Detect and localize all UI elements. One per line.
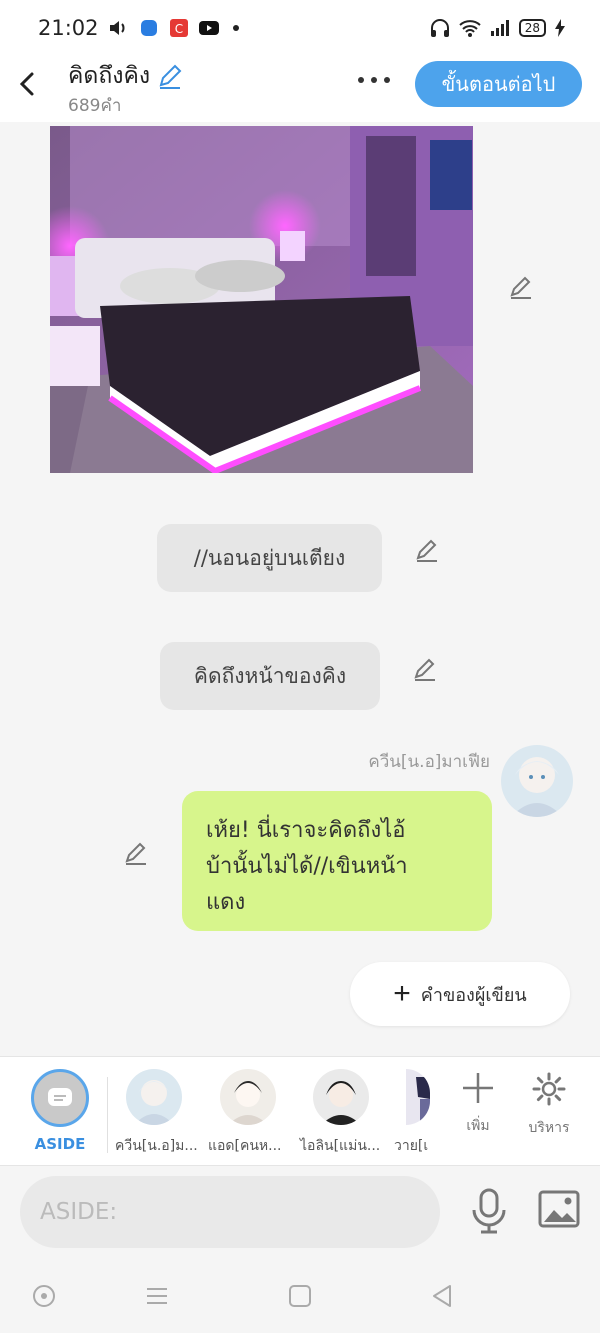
system-nav-bar: [0, 1256, 600, 1333]
message-line-1: เห้ย! นี่เราจะคิดถึงไอ้: [206, 818, 406, 843]
gear-icon: [532, 1072, 566, 1106]
character-2-image: [220, 1069, 276, 1125]
status-time: 21:02: [38, 16, 99, 40]
message-bubble[interactable]: เห้ย! นี่เราจะคิดถึงไอ้ บ้านั้นไม่ได้//เ…: [182, 791, 492, 931]
wifi-icon: [459, 20, 481, 37]
youtube-icon: [199, 21, 219, 35]
word-count: 689คำ: [68, 96, 122, 116]
edit-photo-icon[interactable]: [508, 274, 534, 300]
edit-title-icon[interactable]: [156, 62, 184, 90]
character-1-name: ควีน[น.อ]ม...: [115, 1138, 198, 1154]
character-3-image: [313, 1069, 369, 1125]
edit-message-icon[interactable]: [123, 840, 149, 866]
narration-text-1: //นอนอยู่บนเตียง: [193, 545, 346, 570]
add-character-button[interactable]: เพิ่ม: [448, 1071, 508, 1137]
message-line-3: แดง: [206, 890, 246, 915]
home-icon[interactable]: [286, 1282, 314, 1310]
manage-characters-button[interactable]: บริหาร: [519, 1071, 579, 1139]
narration-text-2: คิดถึงหน้าของคิง: [193, 663, 347, 688]
edit-narration-1-icon[interactable]: [414, 537, 440, 563]
menu-icon[interactable]: [143, 1282, 171, 1310]
app-header: คิดถึงคิง 689คำ ขั้นตอนต่อไป: [0, 56, 600, 122]
status-bar: 21:02 C 28: [0, 0, 600, 56]
edit-narration-2-icon[interactable]: [412, 656, 438, 682]
character-1-avatar[interactable]: [126, 1069, 182, 1125]
character-4-image: [406, 1069, 430, 1125]
message-input[interactable]: [20, 1176, 440, 1248]
plus-icon: [463, 1073, 493, 1103]
aside-selector[interactable]: [31, 1069, 89, 1127]
character-2-avatar[interactable]: [220, 1069, 276, 1125]
narration-bubble-2[interactable]: คิดถึงหน้าของคิง: [160, 642, 380, 710]
headphones-icon: [430, 19, 449, 37]
chat-editor-screen: 21:02 C 28 คิดถึงคิง 689คำ ขั้นตอนต่อไป: [0, 0, 600, 1333]
author-note-label: คำของผู้เขียน: [420, 984, 527, 1005]
manage-label: บริหาร: [528, 1120, 570, 1136]
plus-icon: +: [393, 977, 411, 1010]
character-1-image: [126, 1069, 182, 1125]
image-icon[interactable]: [538, 1190, 580, 1228]
author-note-button[interactable]: + คำของผู้เขียน: [350, 962, 570, 1026]
add-label: เพิ่ม: [466, 1118, 490, 1134]
notification-icons: C: [108, 18, 250, 38]
next-step-button[interactable]: ขั้นตอนต่อไป: [415, 61, 582, 107]
character-bar: ASIDE ควีน[น.อ]ม... แอด[คนห... ไอลิน[แม่…: [0, 1056, 600, 1166]
more-options-icon[interactable]: [356, 68, 392, 92]
narration-bubble-1[interactable]: //นอนอยู่บนเตียง: [157, 524, 382, 592]
aside-label: ASIDE: [34, 1135, 86, 1153]
story-title[interactable]: คิดถึงคิง: [68, 58, 184, 94]
back-nav-icon[interactable]: [428, 1282, 456, 1310]
character-4-name: วาย[เ: [394, 1138, 429, 1154]
aside-chat-icon: [48, 1088, 72, 1106]
divider: [107, 1077, 108, 1153]
assistant-icon[interactable]: [30, 1282, 58, 1310]
title-text: คิดถึงคิง: [68, 63, 151, 89]
character-avatar-image: [501, 745, 573, 817]
signal-icon: [490, 20, 509, 36]
character-2-name: แอด[คนห...: [208, 1138, 282, 1154]
system-icons: 28: [429, 18, 566, 38]
charging-icon: [555, 19, 565, 37]
character-4-avatar[interactable]: [406, 1069, 430, 1125]
character-3-name: ไอลิน[แม่น...: [300, 1138, 381, 1154]
character-avatar[interactable]: [501, 745, 573, 817]
input-row: [0, 1166, 600, 1256]
svg-text:C: C: [175, 22, 183, 36]
message-line-2: บ้านั้นไม่ได้//เขินหน้า: [206, 854, 408, 879]
microphone-icon[interactable]: [470, 1188, 508, 1234]
app-icon: [141, 20, 157, 36]
battery-indicator: 28: [518, 19, 546, 37]
speaker-icon: [110, 21, 125, 35]
dot-icon: [233, 25, 239, 31]
bedroom-photo[interactable]: [50, 126, 473, 473]
character-3-avatar[interactable]: [313, 1069, 369, 1125]
app-red-icon: C: [170, 19, 188, 37]
character-name: ควีน[น.อ]มาเฟีย: [368, 752, 490, 772]
bedroom-image: [50, 126, 473, 473]
back-icon[interactable]: [16, 68, 40, 100]
